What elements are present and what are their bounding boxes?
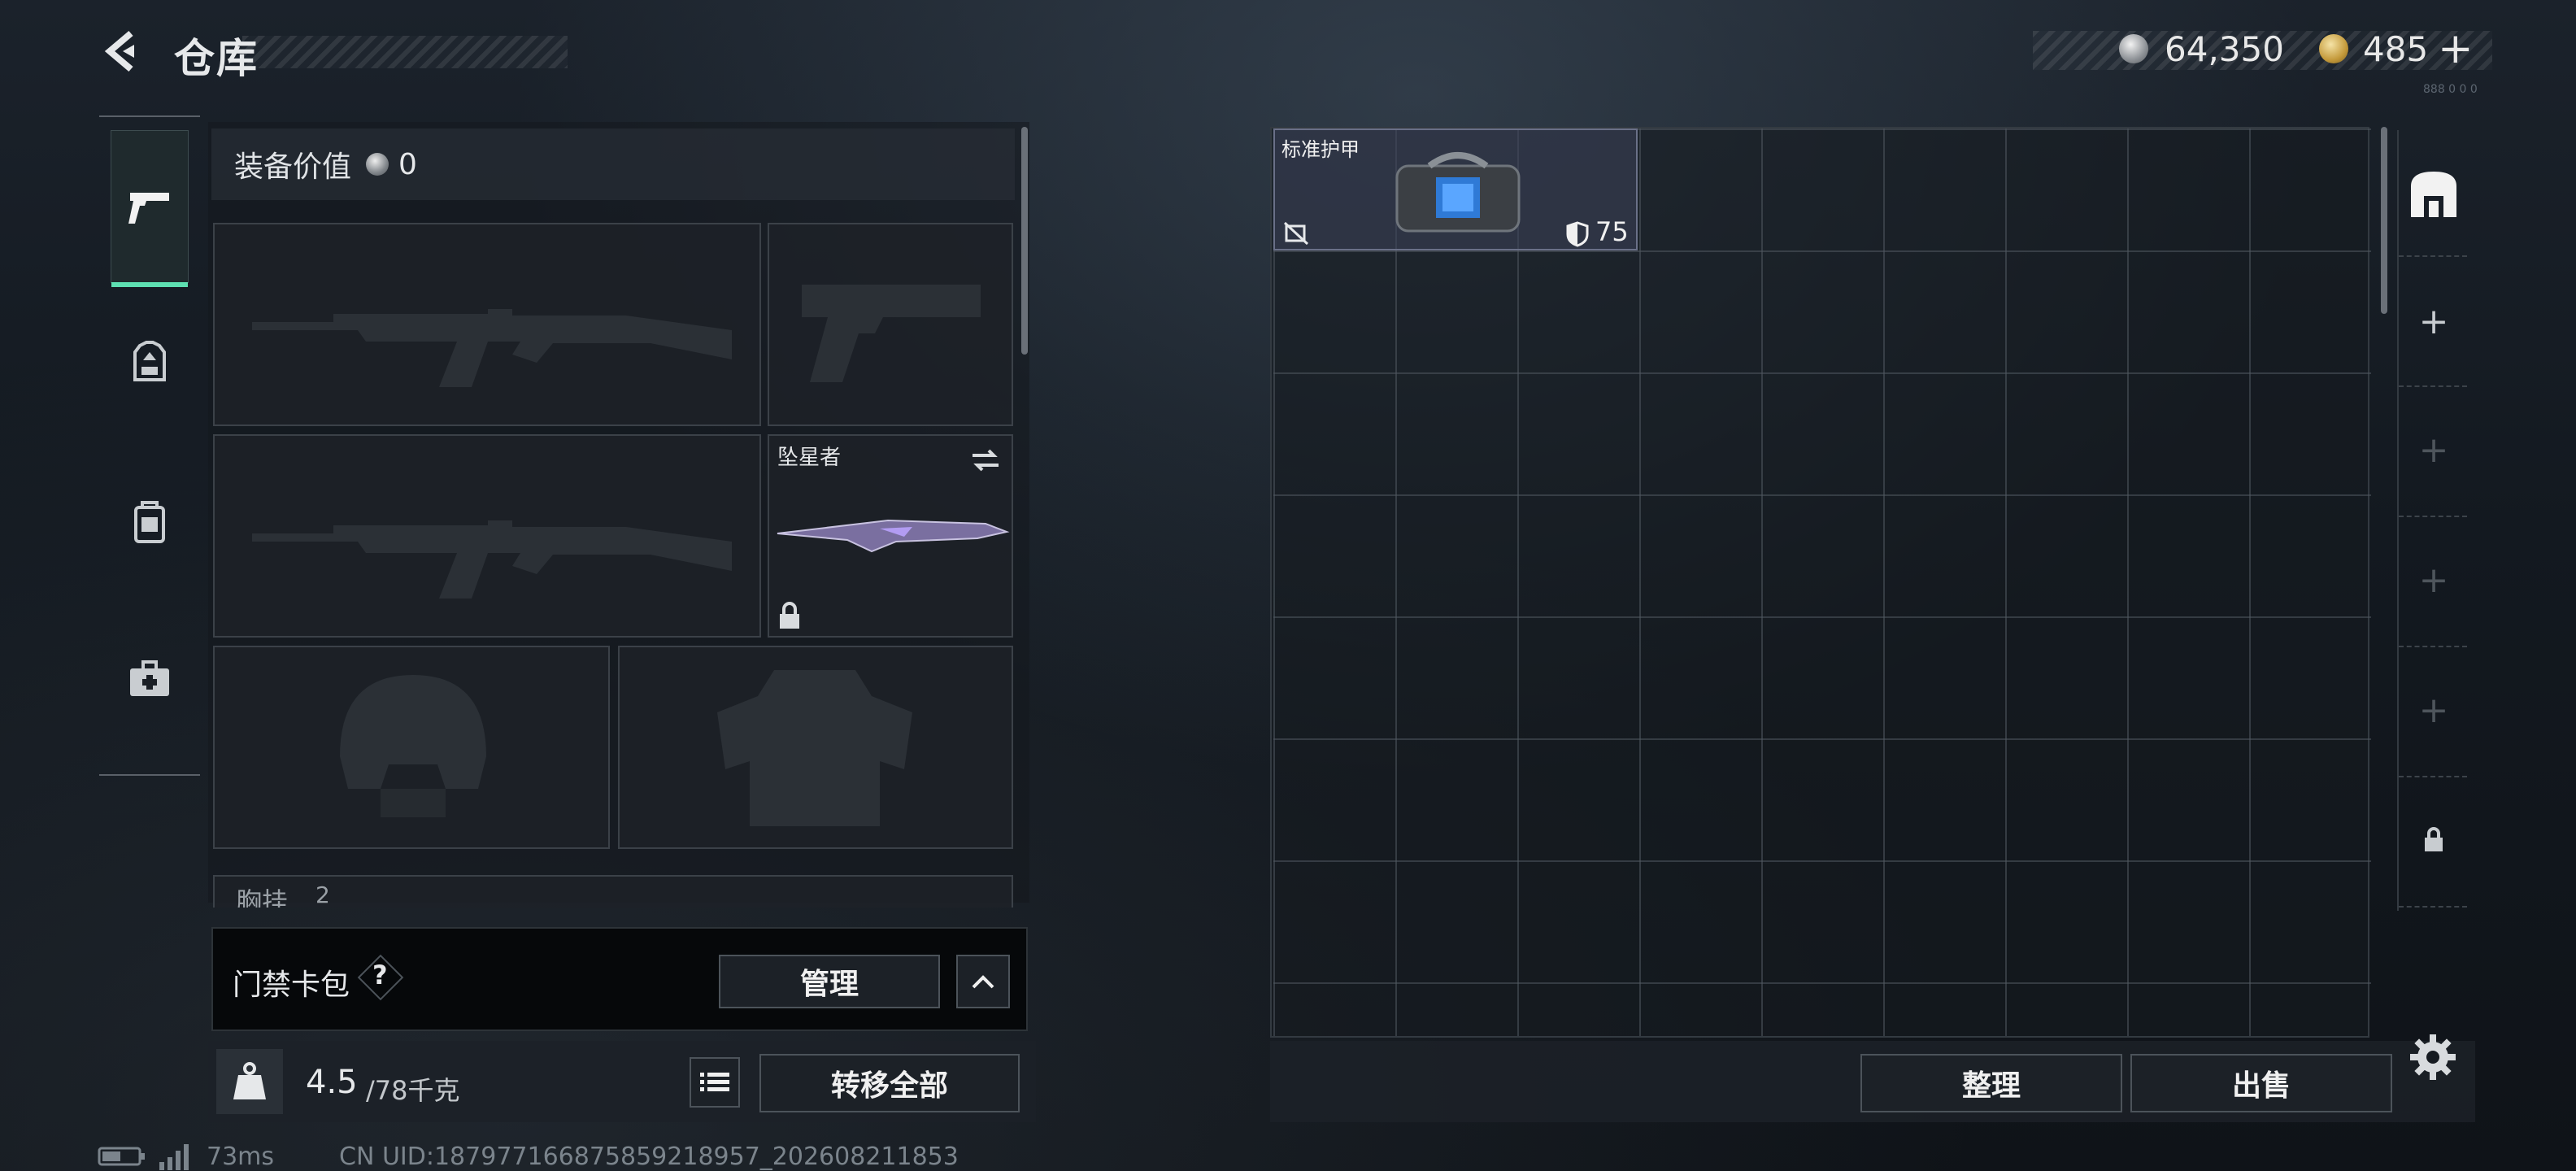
chest-rig-label: 胸挂: [236, 886, 289, 908]
storage-grid[interactable]: [1273, 128, 2371, 1036]
silver-coin-icon: [2119, 34, 2148, 63]
back-button[interactable]: [96, 23, 153, 80]
tab-weapons[interactable]: [111, 130, 189, 287]
lock-icon: [2425, 827, 2443, 851]
swap-icon[interactable]: [969, 446, 1002, 475]
gear-icon: [2410, 1034, 2456, 1080]
version-hint: 888 0 0 0: [2423, 83, 2478, 96]
equip-value-amount: 0: [398, 147, 417, 181]
settings-button[interactable]: [2408, 1033, 2457, 1082]
melee-name: 坠星者: [777, 446, 842, 470]
help-icon[interactable]: ?: [372, 960, 388, 990]
primary-weapon-slot-2[interactable]: [213, 434, 761, 638]
add-storage-tab-1[interactable]: +: [2402, 260, 2465, 382]
weight-current: 4.5: [306, 1064, 358, 1101]
status-bar: 73ms CN UID:187977166875859218957_202608…: [98, 1142, 959, 1171]
backpack-icon: [134, 501, 165, 543]
manage-button[interactable]: 管理: [719, 955, 940, 1008]
tab-backpack[interactable]: [111, 446, 189, 599]
chest-rig-slot[interactable]: 胸挂 2: [213, 875, 1013, 908]
weight-max: /78千克: [366, 1075, 460, 1106]
melee-knife-image: [777, 519, 1010, 553]
add-storage-tab-3[interactable]: +: [2402, 519, 2465, 641]
sell-button[interactable]: 出售: [2130, 1054, 2392, 1112]
helmet-silhouette-icon: [340, 675, 486, 817]
back-arrow-icon: [104, 30, 134, 72]
item-name: 标准护甲: [1281, 138, 1360, 161]
add-storage-tab-2[interactable]: +: [2402, 389, 2465, 511]
rifle-silhouette-icon: [252, 309, 732, 387]
pistol-silhouette-icon: [802, 285, 981, 382]
equip-value-label: 装备价值: [234, 150, 352, 184]
storage-actions-bar: 整理 出售: [1270, 1041, 2475, 1122]
loadout-scrollbar[interactable]: [1021, 127, 1028, 355]
storage-item-armor[interactable]: 标准护甲 75: [1273, 128, 1638, 250]
gold-amount: 485: [2363, 29, 2429, 69]
battery-icon: [98, 1147, 145, 1166]
uid-text: CN UID:187977166875859218957_20260821185…: [339, 1142, 959, 1171]
silver-coin-icon: [366, 153, 389, 176]
pistol-icon: [128, 193, 169, 224]
weight-icon-box: [216, 1049, 283, 1114]
list-icon: [700, 1073, 729, 1091]
rig-icon: [133, 341, 166, 381]
tab-equipment[interactable]: [111, 286, 189, 439]
add-currency-button[interactable]: +: [2438, 24, 2474, 73]
armor-slot[interactable]: [618, 646, 1013, 849]
melee-slot[interactable]: 坠星者: [768, 434, 1013, 638]
storage-tab-main[interactable]: [2402, 133, 2465, 255]
item-durability: 75: [1595, 216, 1629, 247]
ping-text: 73ms: [207, 1142, 275, 1171]
sort-button[interactable]: 整理: [1860, 1054, 2122, 1112]
add-storage-tab-4[interactable]: +: [2402, 649, 2465, 771]
chevron-up-icon: [972, 975, 994, 989]
title-decoration: [242, 36, 568, 68]
primary-weapon-slot-1[interactable]: [213, 223, 761, 426]
equip-value-bar: 装备价值 0: [211, 128, 1015, 200]
helmet-slot[interactable]: [213, 646, 610, 849]
vest-silhouette-icon: [717, 670, 912, 826]
secondary-weapon-slot[interactable]: [768, 223, 1013, 426]
armor-item-image: [1395, 152, 1521, 233]
page-title: 仓库: [174, 35, 259, 82]
lock-icon: [780, 602, 799, 629]
storage-scrollbar[interactable]: [2381, 127, 2387, 314]
weight-icon: [233, 1062, 266, 1099]
keycard-bar: 门禁卡包 ? 管理: [211, 927, 1028, 1031]
transfer-all-button[interactable]: 转移全部: [759, 1054, 1020, 1112]
signal-icon: [159, 1144, 189, 1170]
locked-storage-tab[interactable]: [2402, 779, 2465, 901]
weight-bar: 4.5 /78千克 转移全部: [208, 1041, 1036, 1122]
keycard-label: 门禁卡包: [233, 969, 350, 1002]
no-insure-icon: [1283, 221, 1309, 246]
collapse-button[interactable]: [956, 955, 1010, 1008]
rifle-silhouette-icon: [252, 520, 732, 599]
medkit-icon: [130, 660, 169, 696]
silver-amount: 64,350: [2165, 29, 2284, 69]
shield-icon: [1566, 221, 1589, 247]
warehouse-icon: [2411, 172, 2456, 217]
gold-coin-icon: [2319, 34, 2348, 63]
list-view-button[interactable]: [690, 1057, 740, 1108]
chest-rig-count: 2: [315, 882, 330, 908]
tab-supplies[interactable]: [111, 602, 189, 755]
